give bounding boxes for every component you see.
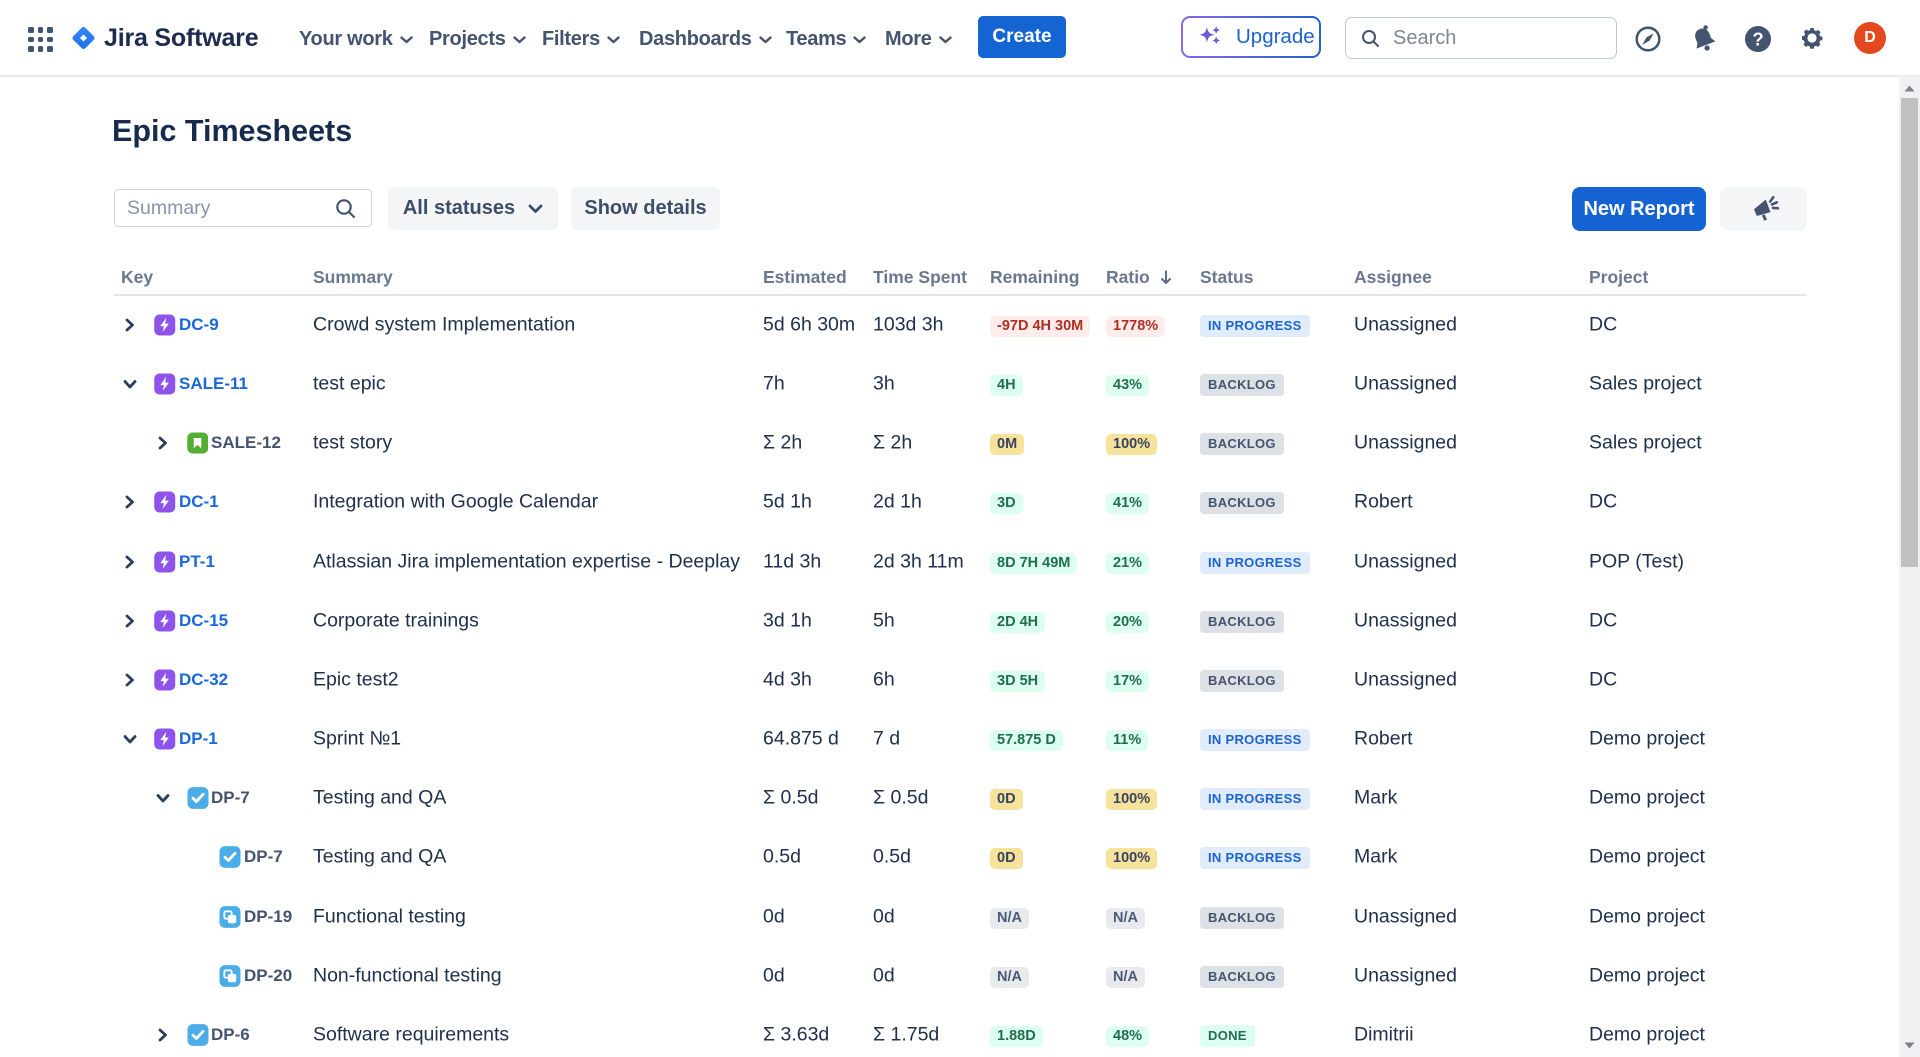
- svg-text:?: ?: [1752, 29, 1763, 50]
